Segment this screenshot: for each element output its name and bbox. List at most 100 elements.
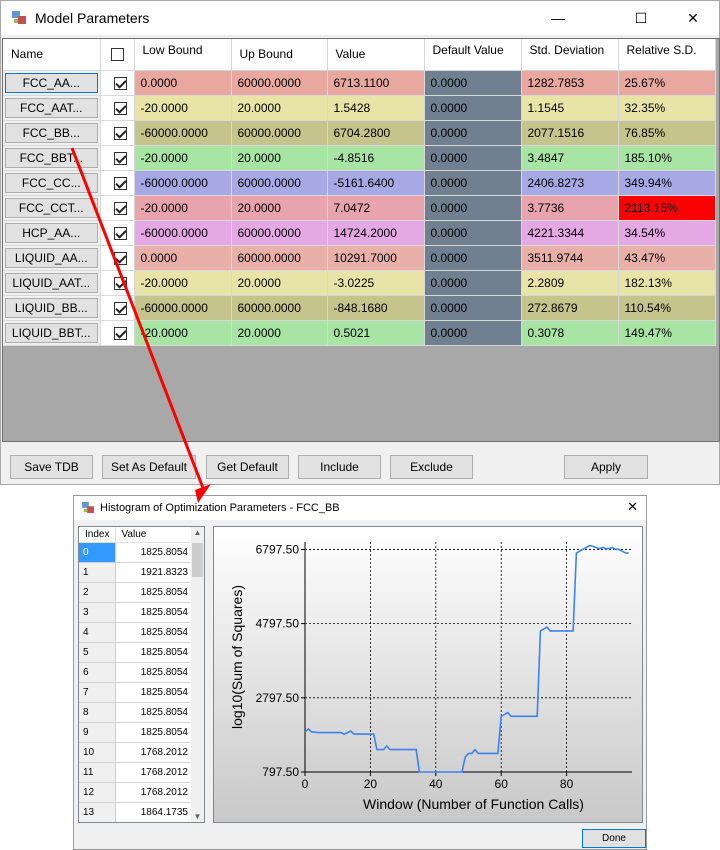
std-deviation-cell[interactable]: 3.7736 [521,195,619,221]
std-deviation-cell[interactable]: 3.4847 [521,145,619,171]
up-bound-cell[interactable]: 20.0000 [231,320,328,346]
value-cell[interactable]: 6713.1100 [327,70,425,96]
relative-sd-cell[interactable]: 349.94% [618,170,716,196]
value-cell[interactable]: -3.0225 [327,270,425,296]
up-bound-cell[interactable]: 60000.0000 [231,220,328,246]
list-item[interactable]: 12 1768.2012 [79,782,192,803]
list-item[interactable]: 6 1825.8054 [79,662,192,683]
parameter-name-button[interactable]: LIQUID_BB... [5,297,98,318]
parameter-row[interactable]: HCP_AA... -60000.0000 60000.0000 14724.2000… [3,220,716,246]
col-header-std-deviation[interactable]: Std. Deviation [521,39,619,71]
low-bound-cell[interactable]: -20.0000 [134,95,232,121]
parameter-row[interactable]: FCC_CCT... -20.0000 20.0000 7.0472 0.0000 3.7… [3,195,716,221]
low-bound-cell[interactable]: -20.0000 [134,270,232,296]
low-bound-cell[interactable]: 0.0000 [134,70,232,96]
up-bound-cell[interactable]: 60000.0000 [231,170,328,196]
up-bound-cell[interactable]: 60000.0000 [231,245,328,271]
histogram-close-button[interactable]: ✕ [627,499,638,515]
list-header-index[interactable]: Index [79,527,116,543]
select-all-checkbox[interactable] [110,48,124,62]
parameter-name-button[interactable]: FCC_BB... [5,122,98,143]
list-item[interactable]: 10 1768.2012 [79,742,192,763]
up-bound-cell[interactable]: 60000.0000 [231,120,328,146]
include-checkbox[interactable] [113,301,127,315]
relative-sd-cell[interactable]: 149.47% [618,320,716,346]
low-bound-cell[interactable]: -60000.0000 [134,295,232,321]
parameter-name-button[interactable]: FCC_AAT... [5,97,98,118]
scrollbar-thumb[interactable] [192,543,203,577]
value-cell[interactable]: -5161.6400 [327,170,425,196]
value-cell[interactable]: -4.8516 [327,145,425,171]
parameter-name-button[interactable]: FCC_CC... [5,172,98,193]
list-item[interactable]: 7 1825.8054 [79,682,192,703]
low-bound-cell[interactable]: -60000.0000 [134,120,232,146]
col-header-select[interactable] [100,39,135,71]
include-checkbox[interactable] [113,151,127,165]
col-header-up-bound[interactable]: Up Bound [231,39,328,71]
list-item[interactable]: 5 1825.8054 [79,642,192,663]
list-item[interactable]: 8 1825.8054 [79,702,192,723]
value-cell[interactable]: 1.5428 [327,95,425,121]
value-cell[interactable]: 7.0472 [327,195,425,221]
std-deviation-cell[interactable]: 272.8679 [521,295,619,321]
parameter-row[interactable]: FCC_BB... -60000.0000 60000.0000 6704.2800 0… [3,120,716,146]
parameter-name-button[interactable]: FCC_CCT... [5,197,98,218]
include-checkbox[interactable] [113,176,127,190]
value-cell[interactable]: 0.5021 [327,320,425,346]
scroll-down-icon[interactable]: ▼ [191,812,204,821]
std-deviation-cell[interactable]: 2406.8273 [521,170,619,196]
relative-sd-cell[interactable]: 43.47% [618,245,716,271]
std-deviation-cell[interactable]: 2.2809 [521,270,619,296]
parameter-row[interactable]: LIQUID_AAT... -20.0000 20.0000 -3.0225 0.000… [3,270,716,296]
include-checkbox[interactable] [113,226,127,240]
relative-sd-cell[interactable]: 2113.15% [618,195,716,221]
parameter-row[interactable]: FCC_AAT... -20.0000 20.0000 1.5428 0.0000 1.1… [3,95,716,121]
parameter-row[interactable]: LIQUID_AA... 0.0000 60000.0000 10291.7000 0.… [3,245,716,271]
list-header-value[interactable]: Value [115,527,193,543]
col-header-relative-sd[interactable]: Relative S.D. [618,39,716,71]
list-item[interactable]: 0 1825.8054 [79,542,192,563]
up-bound-cell[interactable]: 60000.0000 [231,70,328,96]
up-bound-cell[interactable]: 20.0000 [231,270,328,296]
done-button[interactable]: Done [582,829,646,848]
relative-sd-cell[interactable]: 182.13% [618,270,716,296]
relative-sd-cell[interactable]: 25.67% [618,70,716,96]
parameter-row[interactable]: LIQUID_BB... -60000.0000 60000.0000 -848.16… [3,295,716,321]
parameter-row[interactable]: FCC_CC... -60000.0000 60000.0000 -5161.6400… [3,170,716,196]
value-cell[interactable]: 14724.2000 [327,220,425,246]
up-bound-cell[interactable]: 20.0000 [231,145,328,171]
list-item[interactable]: 4 1825.8054 [79,622,192,643]
value-cell[interactable]: 10291.7000 [327,245,425,271]
std-deviation-cell[interactable]: 1.1545 [521,95,619,121]
list-item[interactable]: 13 1864.1735 [79,802,192,822]
list-item[interactable]: 1 1921.8323 [79,562,192,583]
std-deviation-cell[interactable]: 3511.9744 [521,245,619,271]
relative-sd-cell[interactable]: 76.85% [618,120,716,146]
include-button[interactable]: Include [298,455,381,479]
up-bound-cell[interactable]: 20.0000 [231,195,328,221]
parameter-name-button[interactable]: FCC_BBT... [5,147,98,168]
list-item[interactable]: 3 1825.8054 [79,602,192,623]
include-checkbox[interactable] [113,101,127,115]
up-bound-cell[interactable]: 20.0000 [231,95,328,121]
apply-button[interactable]: Apply [564,455,648,479]
col-header-low-bound[interactable]: Low Bound [134,39,232,71]
std-deviation-cell[interactable]: 4221.3344 [521,220,619,246]
parameter-row[interactable]: FCC_AA... 0.0000 60000.0000 6713.1100 0.0000… [3,70,716,96]
include-checkbox[interactable] [113,76,127,90]
parameter-name-button[interactable]: HCP_AA... [5,222,98,243]
parameter-name-button[interactable]: FCC_AA... [5,72,98,93]
parameter-row[interactable]: LIQUID_BBT... -20.0000 20.0000 0.5021 0.0000… [3,320,716,346]
low-bound-cell[interactable]: -20.0000 [134,320,232,346]
minimize-button[interactable]: — [535,1,581,35]
low-bound-cell[interactable]: -60000.0000 [134,220,232,246]
relative-sd-cell[interactable]: 34.54% [618,220,716,246]
save-tdb-button[interactable]: Save TDB [10,455,93,479]
include-checkbox[interactable] [113,276,127,290]
relative-sd-cell[interactable]: 185.10% [618,145,716,171]
col-header-default-value[interactable]: Default Value [424,39,522,71]
value-cell[interactable]: -848.1680 [327,295,425,321]
scroll-up-icon[interactable]: ▲ [191,528,204,537]
close-button[interactable]: ✕ [670,1,716,35]
parameter-name-button[interactable]: LIQUID_BBT... [5,322,98,343]
